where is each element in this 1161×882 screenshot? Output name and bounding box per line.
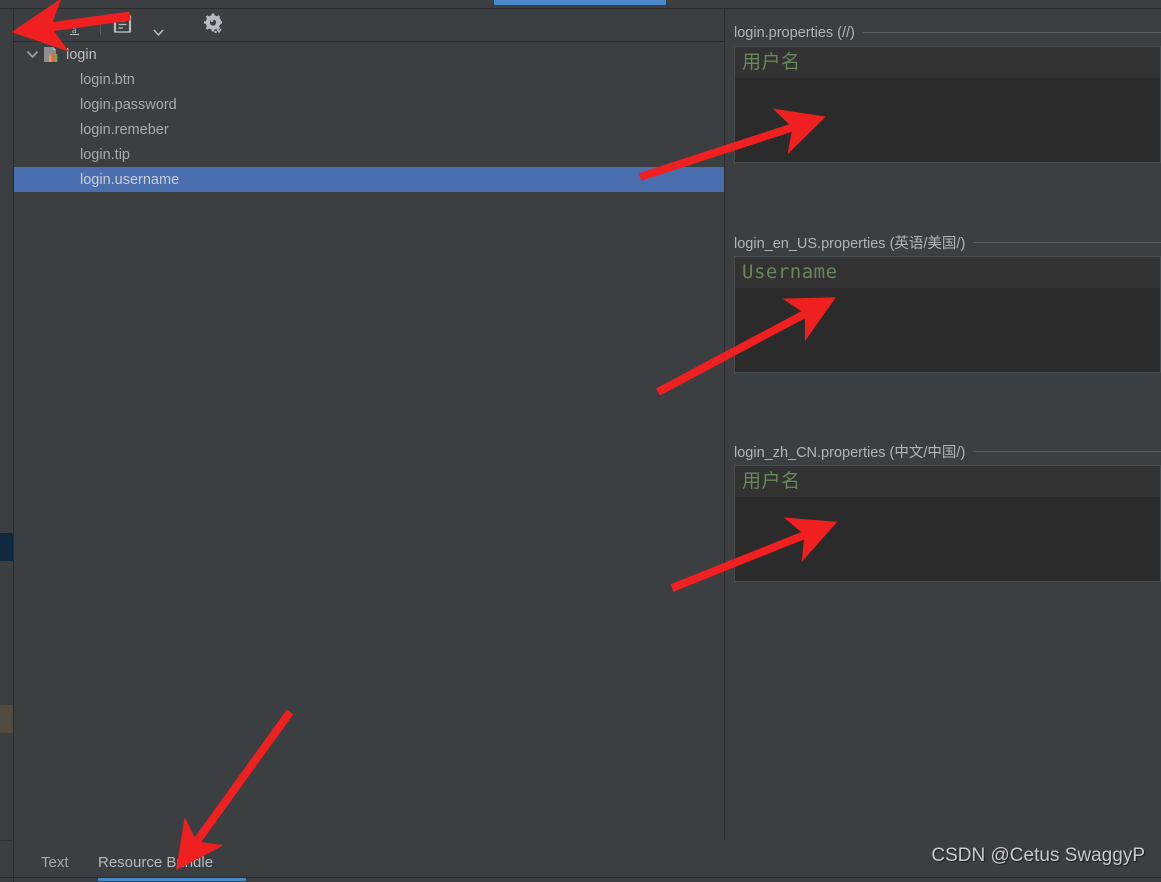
value-text: 用户名 [742,51,801,73]
tree-root-label: login [66,46,97,63]
value-text: 用户名 [742,470,801,492]
tree-item-label: login.btn [80,71,135,88]
value-editor-en-us[interactable]: Username [734,256,1161,373]
resource-bundle-key-tree[interactable]: login login.btn login.password login.rem… [14,42,725,840]
value-editor-zh-cn[interactable]: 用户名 [734,465,1161,582]
stripe-mark-olive[interactable] [0,705,13,733]
tab-resource-bundle[interactable]: Resource Bundle [98,846,213,878]
left-tool-stripe[interactable] [0,9,13,882]
tab-text[interactable]: Text [41,846,69,878]
active-editor-tab-underline [494,0,666,5]
tree-item-label: login.username [80,171,180,188]
resource-bundle-toolbar: + aaa ? [14,9,725,42]
ide-resource-bundle-editor: + aaa ? login login.btn login.password l… [0,0,1161,882]
active-tab-indicator [98,878,246,881]
help-button[interactable]: ? [202,13,230,39]
tree-item-label: login.tip [80,146,130,163]
plus-icon: + [36,10,52,41]
tree-item-label: login.remeber [80,121,169,138]
section-title-label: login.properties (//) [734,24,855,41]
value-text: Username [742,261,838,283]
panel-splitter[interactable] [724,9,725,840]
editor-section-en-us: login_en_US.properties (英语/美国/) Username [726,229,1161,373]
section-title-label: login_zh_CN.properties (中文/中国/) [734,445,966,461]
section-title-label: login_en_US.properties (英语/美国/) [734,236,966,252]
window-bottom-border [0,877,1161,878]
section-header: login_zh_CN.properties (中文/中国/) [726,438,1161,465]
question-mark-icon: ? [209,13,223,38]
stripe-mark-blue[interactable] [0,533,13,561]
tree-item-label: login.password [80,96,177,113]
value-editor-default[interactable]: 用户名 [734,46,1161,163]
watermark-text: CSDN @Cetus SwaggyP [931,845,1145,866]
properties-file-icon [112,14,134,39]
tree-row-login-tip[interactable]: login.tip [14,142,725,167]
tree-row-login-btn[interactable]: login.btn [14,67,725,92]
locale-editors-panel: login.properties (//) 用户名 login_en_US.pr… [726,9,1161,840]
tree-row-login-password[interactable]: login.password [14,92,725,117]
section-title-rule [862,32,1161,33]
new-property-button[interactable]: aaa [62,13,96,39]
chevron-down-icon[interactable] [22,42,42,67]
tab-text-label: Text [41,853,69,871]
new-resource-bundle-button[interactable] [106,13,140,39]
section-title-rule [973,242,1161,243]
ab-letters-icon: aaa [70,15,85,36]
tree-row-login-remeber[interactable]: login.remeber [14,117,725,142]
editor-section-zh-cn: login_zh_CN.properties (中文/中国/) 用户名 [726,438,1161,582]
toolbar-separator [100,16,101,35]
tab-resource-bundle-label: Resource Bundle [98,853,214,871]
section-header: login.properties (//) [726,19,1161,46]
section-header: login_en_US.properties (英语/美国/) [726,229,1161,256]
section-title-rule [973,451,1161,452]
tree-row-root[interactable]: login [14,42,725,67]
resource-bundle-icon [42,46,60,64]
editor-section-default: login.properties (//) 用户名 [726,19,1161,163]
tree-row-login-username[interactable]: login.username [14,167,725,192]
add-property-button[interactable]: + [30,10,58,41]
chevron-down-icon [152,28,164,38]
